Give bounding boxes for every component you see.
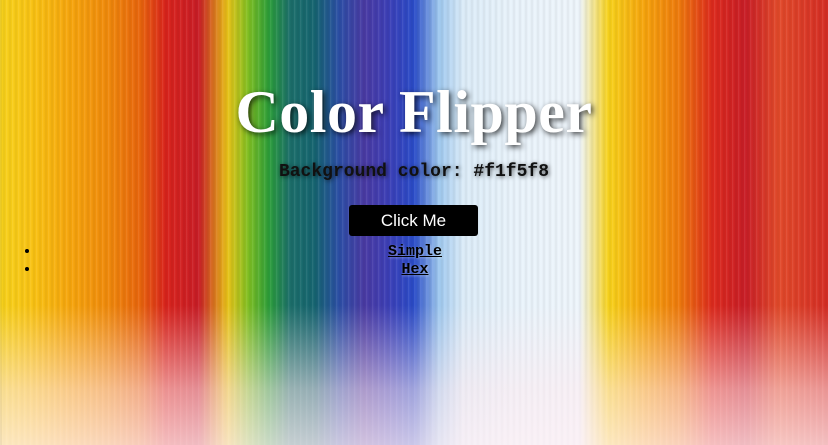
paint-wash <box>0 305 828 445</box>
background-color-value: #f1f5f8 <box>473 162 550 182</box>
page-title: Color Flipper <box>235 79 593 145</box>
click-me-button[interactable]: Click Me <box>349 205 478 236</box>
nav-item-hex: Hex <box>40 261 828 279</box>
background-color-line: Background color: #f1f5f8 <box>0 162 828 182</box>
left-edge <box>0 0 2 445</box>
page: { "page": { "title": "Color Flipper", "b… <box>0 0 828 445</box>
hex-link[interactable]: Hex <box>401 261 428 278</box>
simple-link[interactable]: Simple <box>388 243 442 260</box>
nav-list: Simple Hex <box>0 243 828 279</box>
background-color-label: Background color: <box>278 162 463 182</box>
nav-item-simple: Simple <box>40 243 828 261</box>
